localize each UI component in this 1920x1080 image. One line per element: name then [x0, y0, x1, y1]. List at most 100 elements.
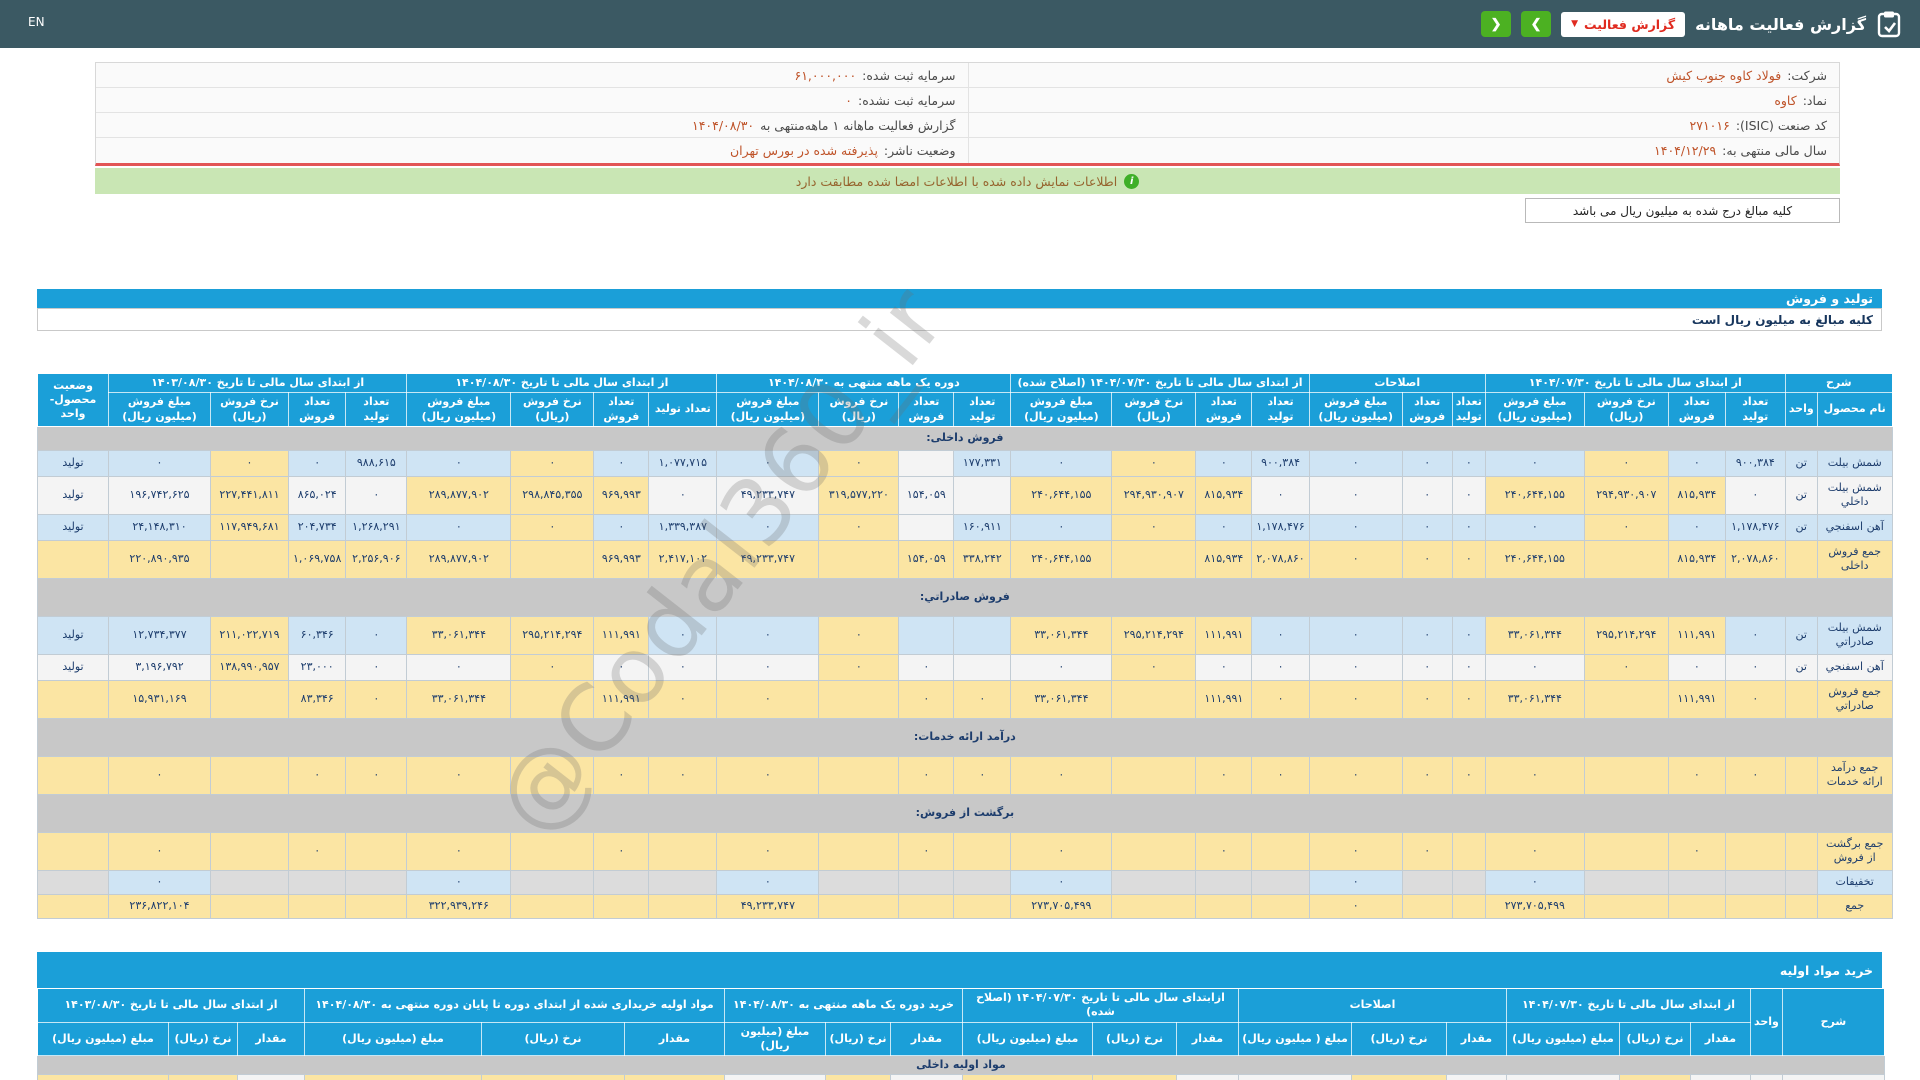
value-cell: ۲۳,۰۰۰	[287, 653, 347, 681]
value-cell: ۰	[1724, 615, 1786, 655]
value-cell: ۰	[716, 449, 820, 477]
value-cell	[898, 893, 955, 919]
column-header: نرخ (ریال)	[481, 1021, 625, 1057]
column-header: مبلغ (میلیون ریال)	[962, 1021, 1093, 1057]
topbar-cluster: گزارش فعالیت ماهانه گزارش فعالیت ▼ ❯ ❮	[1481, 0, 1902, 48]
table-row: شمش بیلت تن ۹۰۰,۳۸۴ ۰ ۰ ۰ ۰ ۰ ۰ ۹۰۰,۳۸۴ ۰ ۰ ۰ ۱۷۷,۳۳۱…	[37, 449, 1893, 477]
previous-report-button[interactable]: ❮	[1481, 11, 1512, 37]
row-label-cell: شمش بیلت	[1816, 449, 1893, 477]
column-header: واحد	[1784, 392, 1818, 427]
row-label-cell: گندله	[1781, 1074, 1885, 1080]
column-header: تعداد تولید	[345, 392, 408, 427]
value-cell	[1784, 893, 1818, 919]
value-cell: ۰	[1451, 475, 1486, 515]
value-cell: ۰	[716, 755, 820, 795]
column-header: مبلغ (میلیون ریال)	[724, 1021, 826, 1057]
column-group-header: اصلاحات	[1308, 372, 1486, 394]
value-cell: ۰	[1195, 449, 1253, 477]
column-header: نرخ (ریال)	[1619, 1021, 1691, 1057]
value-cell: ۱۹۶,۷۴۲,۶۲۵	[108, 475, 211, 515]
value-cell	[510, 893, 595, 919]
value-cell: ۳,۱۹۶,۷۹۲	[108, 653, 211, 681]
value-cell	[818, 679, 900, 719]
table-row: تخفیفات ۰ ۰ ۰ ۰ ۰ ۰	[37, 869, 1893, 895]
info-value: پذیرفته شده در بورس تهران	[729, 143, 878, 158]
value-cell: ۳۳,۰۶۱,۳۴۴	[1010, 615, 1113, 655]
table-row: جمع برگشت از فروش ۰ ۰ ۰ ۰ ۰ ۰ ۰ ۰ ۰ ۰ ۰ ۰	[37, 831, 1893, 871]
value-cell: ۲۳۶,۸۲۲,۱۰۴	[108, 893, 211, 919]
value-cell: ۳۲۲,۹۳۹,۲۴۶	[406, 893, 512, 919]
value-cell	[37, 539, 109, 579]
value-cell	[37, 679, 109, 719]
value-cell: ۰	[1195, 755, 1253, 795]
value-cell: ۲۴۰,۶۴۴,۱۵۵	[1484, 539, 1585, 579]
language-toggle-en[interactable]: EN	[28, 15, 45, 29]
value-cell: ۰	[1583, 449, 1669, 477]
column-group-header: خرید دوره یک ماهه منتهی به ۱۴۰۴/۰۸/۳۰	[724, 988, 963, 1023]
value-cell	[953, 869, 1012, 895]
row-label-cell: جمع برگشت از فروش	[1816, 831, 1893, 871]
value-cell: ۱۱۲,۳۷۷,۸۷۳	[962, 1074, 1093, 1080]
column-header: مقدار	[237, 1021, 305, 1057]
value-cell: ۰	[1667, 653, 1726, 681]
value-cell: ۰	[345, 475, 408, 515]
value-cell: ۰	[1308, 653, 1403, 681]
value-cell: ۲۷۳,۷۰۵,۴۹۹	[1484, 893, 1585, 919]
value-cell: ۸۱,۲۸۱,۰۸۸	[825, 1074, 891, 1080]
column-header: مبلغ فروش (میلیون ریال)	[1308, 392, 1403, 427]
value-cell	[1784, 539, 1818, 579]
column-header: تعداد فروش	[1401, 392, 1453, 427]
table-row: آهن اسفنجي تن ۰ ۰ ۰ ۰ ۰ ۰ ۰ ۰ ۰ ۰ ۰ ۰ ۰ ۰ ۰ ۰ ۰ ۰ ۰ ۲۳,۰۰۰ ۱۳۸…	[37, 653, 1893, 681]
signature-match-banner: i اطلاعات نمایش داده شده با اطلاعات امضا…	[95, 168, 1840, 194]
value-cell: ۹۰۰,۳۸۴	[1724, 449, 1786, 477]
value-cell: ۰	[108, 449, 211, 477]
value-cell	[818, 539, 900, 579]
value-cell: ۱۵۴,۰۵۹	[898, 475, 955, 515]
top-bar: EN گزارش فعالیت ماهانه گزارش فعالیت ▼ ❯ …	[0, 0, 1920, 48]
value-cell: ۰	[1195, 653, 1253, 681]
value-cell: ۰	[648, 755, 718, 795]
value-cell: ۰	[1010, 755, 1113, 795]
value-cell	[1583, 831, 1669, 871]
value-cell	[1111, 539, 1197, 579]
value-cell: ۰	[406, 831, 512, 871]
column-group-header: مواد اولیه خریداری شده از ابتدای دوره تا…	[304, 988, 725, 1023]
row-label-cell: شمش بیلت صادراتي	[1816, 615, 1893, 655]
value-cell: ۱۱۱,۹۹۱	[593, 615, 650, 655]
value-cell: ۰	[1667, 513, 1726, 541]
info-label: شرکت:	[1787, 67, 1827, 83]
value-cell: ۰	[818, 449, 900, 477]
value-cell	[510, 831, 595, 871]
value-cell: ۰	[1484, 831, 1585, 871]
column-header: مقدار	[624, 1021, 725, 1057]
value-cell: ۴۹,۲۳۳,۷۴۷	[716, 893, 820, 919]
value-cell	[1784, 755, 1818, 795]
value-cell: ۱۱۱,۹۹۱	[1195, 615, 1253, 655]
value-cell: ۰	[1308, 475, 1403, 515]
report-type-dropdown[interactable]: گزارش فعالیت ▼	[1561, 11, 1686, 37]
value-cell: ۰	[1583, 653, 1669, 681]
info-value: ۱۴۰۴/۱۲/۲۹	[1654, 143, 1717, 158]
value-cell	[898, 449, 955, 477]
info-value: ۲۷۱۰۱۶	[1689, 117, 1730, 133]
value-cell: ۰	[345, 679, 408, 719]
value-cell: ۰	[648, 679, 718, 719]
column-header: مقدار	[890, 1021, 963, 1057]
value-cell: ۰	[1401, 615, 1453, 655]
value-cell: ۲۹۵,۲۱۴,۲۹۴	[510, 615, 595, 655]
section-row: فروش صادراتي:	[37, 577, 1893, 617]
value-cell	[510, 869, 595, 895]
value-cell: ۰	[1451, 653, 1486, 681]
value-cell	[1111, 893, 1197, 919]
section-header-raw-materials: خرید مواد اولیه	[37, 952, 1882, 988]
value-cell	[37, 755, 109, 795]
section-row-label: درآمد ارائه خدمات:	[37, 717, 1893, 757]
value-cell: ۰	[287, 755, 347, 795]
value-cell: ۹۶۹,۹۹۳	[593, 539, 650, 579]
value-cell: ۰	[345, 755, 408, 795]
next-report-button[interactable]: ❯	[1521, 11, 1552, 37]
value-cell	[953, 475, 1012, 515]
column-header: مبلغ فروش (میلیون ریال)	[108, 392, 211, 427]
value-cell	[345, 831, 408, 871]
page-title: گزارش فعالیت ماهانه	[1695, 14, 1866, 34]
